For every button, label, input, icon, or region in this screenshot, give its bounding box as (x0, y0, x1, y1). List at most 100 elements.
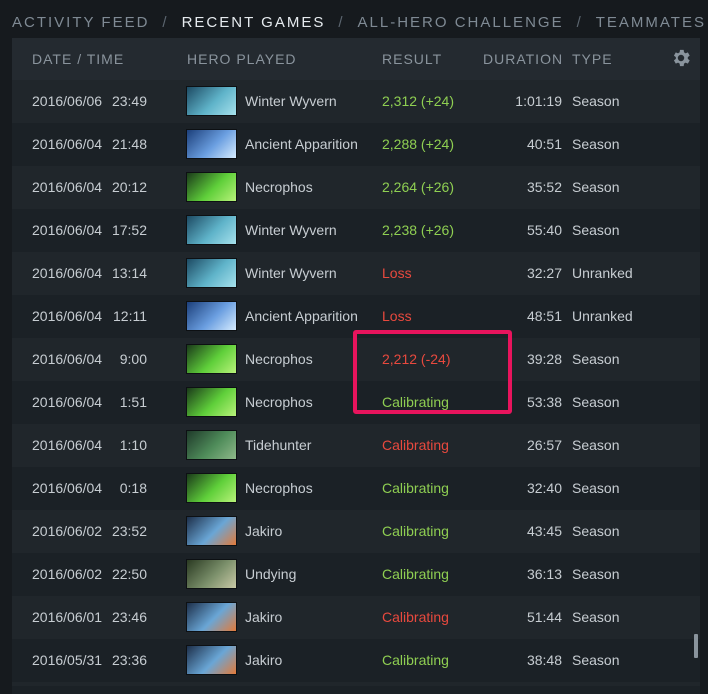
game-type: Season (572, 93, 620, 109)
gear-icon[interactable] (670, 47, 692, 69)
hero-portrait-icon[interactable] (186, 387, 237, 417)
column-header-duration[interactable]: DURATION (483, 51, 563, 67)
tab-all-hero-challenge[interactable]: ALL-HERO CHALLENGE (358, 14, 564, 31)
column-header-date-time[interactable]: DATE / TIME (32, 51, 124, 67)
hero-name: Undying (245, 566, 297, 582)
hero-name: Winter Wyvern (245, 222, 337, 238)
hero-name: Ancient Apparition (245, 136, 358, 152)
game-time: 23:36 (111, 652, 147, 668)
game-date: 2016/06/04 (32, 437, 103, 453)
table-row[interactable]: 2016/06/04 12:11 Ancient Apparition Loss 48:… (12, 295, 700, 338)
hero-portrait-icon[interactable] (186, 215, 237, 245)
game-result: Loss (382, 308, 412, 324)
hero-portrait-icon[interactable] (186, 344, 237, 374)
table-row[interactable]: 2016/06/06 23:49 Winter Wyvern 2,312 (+24) 1… (12, 80, 700, 123)
game-time: 1:10 (119, 437, 147, 453)
game-duration: 36:13 (526, 566, 562, 582)
game-type: Season (572, 566, 620, 582)
game-time: 0:18 (119, 480, 147, 496)
hero-portrait-icon[interactable] (186, 516, 237, 546)
game-time: 17:52 (111, 222, 147, 238)
game-result: Calibrating (382, 437, 449, 453)
game-date: 2016/06/04 (32, 308, 103, 324)
table-row[interactable]: 2016/06/04 13:14 Winter Wyvern Loss 32:27 Unr… (12, 252, 700, 295)
tab-recent-games[interactable]: RECENT GAMES (182, 14, 326, 31)
game-duration: 38:48 (526, 652, 562, 668)
game-type: Season (572, 523, 620, 539)
game-type: Season (572, 394, 620, 410)
game-time: 20:12 (111, 179, 147, 195)
hero-name: Necrophos (245, 394, 313, 410)
table-row[interactable]: 2016/06/04 21:48 Ancient Apparition 2,288 (… (12, 123, 700, 166)
game-date: 2016/06/04 (32, 136, 103, 152)
hero-portrait-icon[interactable] (186, 86, 237, 116)
partial-row (12, 686, 700, 694)
game-date: 2016/06/06 (32, 93, 103, 109)
hero-portrait-icon[interactable] (186, 645, 237, 675)
hero-portrait-icon[interactable] (186, 559, 237, 589)
hero-name: Winter Wyvern (245, 93, 337, 109)
nav-separator: / (162, 13, 169, 31)
game-date: 2016/06/04 (32, 394, 103, 410)
game-result: Calibrating (382, 652, 449, 668)
hero-name: Winter Wyvern (245, 265, 337, 281)
table-row[interactable]: 2016/05/31 23:36 Jakiro Calibrating 38:48 Sea… (12, 639, 700, 682)
table-row[interactable]: 2016/06/04 1:51 Necrophos Calibrating 53:38 S… (12, 381, 700, 424)
game-result: 2,238 (+26) (382, 222, 454, 238)
hero-portrait-icon[interactable] (186, 258, 237, 288)
game-duration: 53:38 (526, 394, 562, 410)
table-row[interactable]: 2016/06/04 17:52 Winter Wyvern 2,238 (+26) 5… (12, 209, 700, 252)
game-time: 9:00 (119, 351, 147, 367)
hero-name: Jakiro (245, 652, 283, 668)
table-row[interactable]: 2016/06/01 23:46 Jakiro Calibrating 51:44 Sea… (12, 596, 700, 639)
hero-portrait-icon[interactable] (186, 129, 237, 159)
game-result: Calibrating (382, 609, 449, 625)
game-type: Season (572, 179, 620, 195)
column-header-type[interactable]: TYPE (572, 51, 613, 67)
game-duration: 26:57 (526, 437, 562, 453)
game-time: 22:50 (111, 566, 147, 582)
hero-portrait-icon[interactable] (186, 301, 237, 331)
game-result: 2,288 (+24) (382, 136, 454, 152)
game-duration: 55:40 (526, 222, 562, 238)
tab-activity-feed[interactable]: ACTIVITY FEED (12, 14, 149, 31)
game-type: Season (572, 480, 620, 496)
game-date: 2016/06/04 (32, 179, 103, 195)
column-header-result[interactable]: RESULT (382, 51, 442, 67)
game-type: Season (572, 136, 620, 152)
game-time: 13:14 (111, 265, 147, 281)
game-duration: 51:44 (526, 609, 562, 625)
hero-name: Necrophos (245, 480, 313, 496)
game-time: 23:46 (111, 609, 147, 625)
game-type: Season (572, 222, 620, 238)
hero-portrait-icon[interactable] (186, 473, 237, 503)
game-time: 23:52 (111, 523, 147, 539)
table-row[interactable]: 2016/06/04 0:18 Necrophos Calibrating 32:40 S… (12, 467, 700, 510)
game-duration: 1:01:19 (515, 93, 562, 109)
game-time: 21:48 (111, 136, 147, 152)
game-date: 2016/06/04 (32, 480, 103, 496)
hero-portrait-icon[interactable] (186, 172, 237, 202)
hero-name: Necrophos (245, 179, 313, 195)
tab-teammates[interactable]: TEAMMATES (596, 14, 706, 31)
nav-separator: / (576, 13, 583, 31)
hero-portrait-icon[interactable] (186, 602, 237, 632)
hero-portrait-icon[interactable] (186, 430, 237, 460)
game-duration: 39:28 (526, 351, 562, 367)
column-header-hero-played[interactable]: HERO PLAYED (187, 51, 297, 67)
game-time: 23:49 (111, 93, 147, 109)
table-row[interactable]: 2016/06/04 1:10 Tidehunter Calibrating 26:57… (12, 424, 700, 467)
table-row[interactable]: 2016/06/04 9:00 Necrophos 2,212 (-24) 39:28 S… (12, 338, 700, 381)
game-result: Calibrating (382, 394, 449, 410)
game-duration: 35:52 (526, 179, 562, 195)
table-row[interactable]: 2016/06/02 23:52 Jakiro Calibrating 43:45 Sea… (12, 510, 700, 553)
game-result: 2,312 (+24) (382, 93, 454, 109)
table-row[interactable]: 2016/06/04 20:12 Necrophos 2,264 (+26) 35:52… (12, 166, 700, 209)
recent-games-panel: DATE / TIME HERO PLAYED RESULT DURATION … (12, 38, 700, 694)
game-time: 1:51 (119, 394, 147, 410)
game-result: Calibrating (382, 566, 449, 582)
game-date: 2016/06/04 (32, 351, 103, 367)
game-duration: 48:51 (526, 308, 562, 324)
table-row[interactable]: 2016/06/02 22:50 Undying Calibrating 36:13 Se… (12, 553, 700, 596)
scrollbar-thumb[interactable] (694, 634, 698, 658)
